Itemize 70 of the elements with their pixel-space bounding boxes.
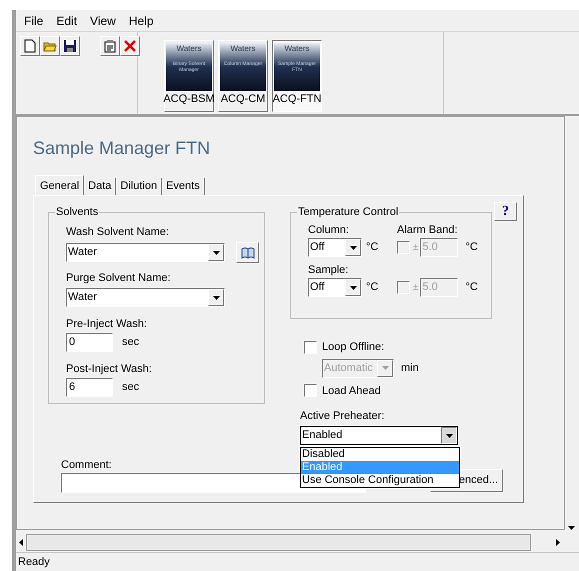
menu-item[interactable]: View — [90, 12, 116, 30]
loop-offline-checkbox[interactable] — [304, 340, 317, 354]
tab[interactable]: Events — [162, 178, 205, 195]
scroll-right-icon — [556, 539, 560, 546]
module-label: ACQ-FTN — [272, 92, 322, 107]
open-button[interactable] — [40, 36, 60, 56]
unit-text: °C — [466, 240, 478, 256]
module-label: ACQ-BSM — [163, 92, 215, 107]
field-label: Pre-Inject Wash: — [66, 317, 148, 331]
field-label: Sample: — [308, 263, 350, 277]
module-label: ACQ-CM — [220, 92, 266, 107]
dropdown-option[interactable]: Disabled — [301, 448, 459, 461]
wash-time-field[interactable]: 6 — [66, 378, 113, 397]
unit-text: °C — [466, 280, 478, 296]
wash-solvent-dropdown[interactable]: Water — [66, 243, 225, 262]
unit-text: min — [401, 360, 419, 376]
brand-text: Waters — [230, 43, 256, 55]
field-label: Wash Solvent Name: — [66, 225, 170, 239]
plus-minus-text: ± — [413, 241, 418, 255]
temperature-dropdown[interactable]: Off — [308, 238, 362, 257]
dropdown-arrow-icon — [350, 286, 356, 290]
new-icon — [23, 39, 37, 53]
scroll-left-icon — [19, 539, 23, 546]
brand-text: Waters — [284, 43, 310, 55]
temperature-dropdown[interactable]: Off — [308, 278, 362, 297]
dropdown-arrow-icon — [212, 250, 220, 254]
field-label: Active Preheater: — [300, 409, 386, 423]
solvent-library-button[interactable] — [236, 242, 259, 263]
tab[interactable]: General — [35, 175, 84, 195]
active-preheater-dropdown[interactable]: Enabled — [300, 426, 458, 445]
save-button[interactable] — [60, 36, 80, 56]
clipboard-button[interactable] — [100, 36, 120, 56]
checkbox-label: Load Ahead — [322, 384, 381, 398]
field-label: Comment: — [61, 458, 112, 472]
unit-text: °C — [366, 280, 380, 296]
delete-icon — [123, 39, 137, 53]
plus-minus-text: ± — [413, 281, 418, 295]
field-label: Purge Solvent Name: — [66, 271, 172, 285]
field-label: Post-Inject Wash: — [66, 362, 153, 376]
dropdown-arrow-icon — [446, 434, 452, 438]
wash-time-field[interactable]: 0 — [66, 333, 113, 352]
tab[interactable]: Data — [84, 178, 116, 195]
field-label: Alarm Band: — [397, 223, 458, 237]
unit-text: sec — [122, 335, 140, 350]
scroll-down-icon — [568, 526, 575, 530]
new-button[interactable] — [20, 36, 40, 56]
clipboard-icon — [103, 39, 117, 53]
menu-item[interactable]: Edit — [56, 12, 78, 30]
save-icon — [63, 39, 77, 53]
checkbox-label: Loop Offline: — [322, 340, 384, 355]
unit-text: °C — [366, 240, 380, 256]
load-ahead-checkbox[interactable] — [304, 384, 317, 398]
alarm-checkbox[interactable] — [397, 241, 410, 254]
menu-item[interactable]: File — [24, 12, 44, 30]
dropdown-arrow-icon — [350, 246, 356, 250]
help-button[interactable]: ? — [494, 202, 517, 221]
dropdown-arrow-icon — [382, 366, 388, 370]
menu-item[interactable]: Help — [128, 12, 154, 30]
purge-solvent-dropdown[interactable]: Water — [66, 288, 225, 307]
page-title: Sample Manager FTN — [33, 137, 212, 159]
alarm-checkbox[interactable] — [397, 281, 410, 294]
status-text: Ready — [18, 554, 50, 570]
delete-button[interactable] — [120, 36, 140, 56]
group-title: Temperature Control — [297, 205, 400, 219]
unit-text: sec — [122, 380, 140, 396]
book-icon — [240, 246, 254, 258]
brand-text: Waters — [176, 43, 202, 55]
tab[interactable]: Dilution — [116, 178, 162, 195]
dropdown-arrow-icon — [212, 296, 220, 300]
field-label: Column: — [308, 223, 350, 237]
